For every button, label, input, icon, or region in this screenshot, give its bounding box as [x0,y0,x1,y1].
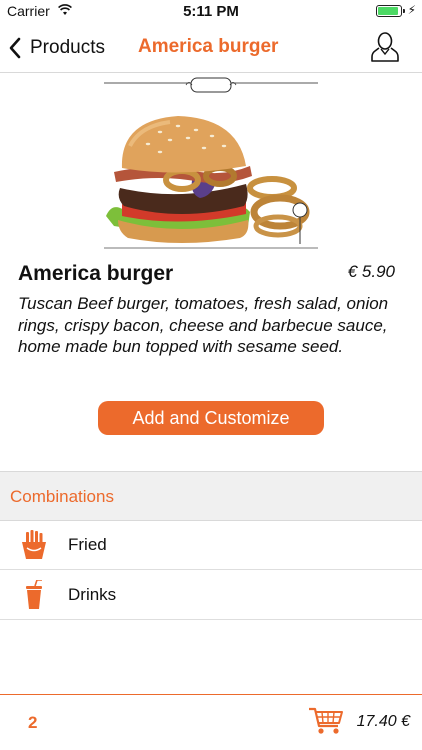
cart-item-count: 2 [28,713,38,732]
battery-icon [376,5,405,17]
back-label: Products [30,37,105,58]
add-and-customize-button[interactable]: Add and Customize [98,401,324,435]
charging-icon: ⚡ [407,3,416,17]
drink-icon [26,580,42,609]
page-title: America burger [138,36,279,57]
combinations-header: Combinations [0,471,422,521]
navigation-bar: Products America burger [0,22,422,73]
cart-bar: 2 17.40 € [0,694,422,750]
combination-label: Fried [68,535,107,554]
product-description: Tuscan Beef burger, tomatoes, fresh sala… [18,294,389,356]
cart-icon[interactable] [308,706,344,736]
product-price: € 5.90 [347,262,395,281]
cart-total: 17.40 € [356,713,410,730]
product-name: America burger [18,262,174,285]
status-bar: Carrier 5:11 PM ⚡ [0,0,422,22]
product-image [104,77,318,249]
user-icon[interactable] [370,31,400,63]
back-button[interactable]: Products [8,34,105,62]
fries-icon [22,530,46,559]
combinations-title: Combinations [10,487,114,506]
status-time: 5:11 PM [183,3,239,20]
combination-label: Drinks [68,585,117,604]
chevron-left-icon [9,37,21,59]
combination-item-drinks[interactable]: Drinks [0,571,422,620]
combination-item-fried[interactable]: Fried [0,521,422,570]
battery-fill [378,7,399,15]
